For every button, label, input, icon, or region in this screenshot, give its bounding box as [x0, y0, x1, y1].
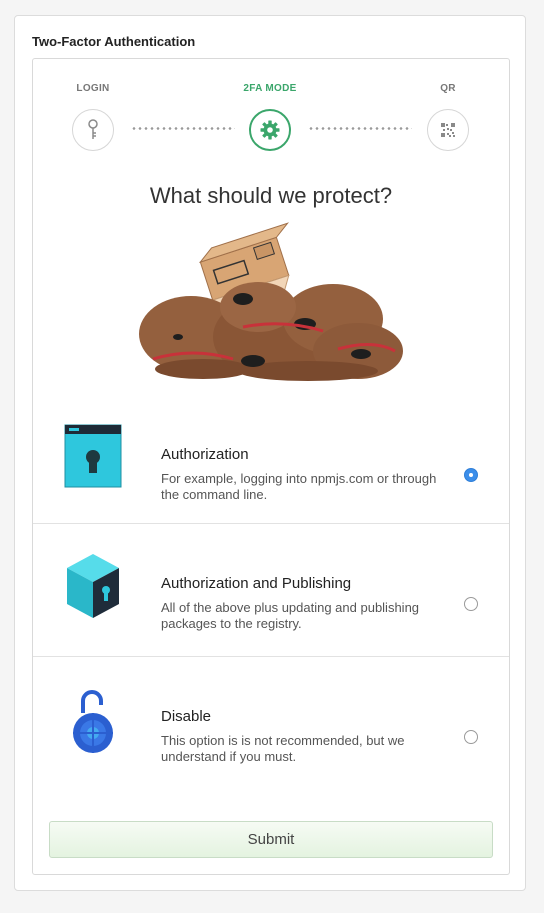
- option-authorization-radio[interactable]: [464, 468, 478, 482]
- option-disable[interactable]: Disable This option is is not recommende…: [33, 657, 509, 789]
- option-disable-description: This option is is not recommended, but w…: [161, 733, 405, 764]
- step-qr-label: QR: [440, 83, 456, 94]
- wombats-illustration: [139, 222, 403, 381]
- option-authorization-publishing-title: Authorization and Publishing: [161, 575, 352, 592]
- step-login-label: LOGIN: [76, 83, 110, 94]
- option-authorization-publishing-description: All of the above plus updating and publi…: [161, 600, 420, 631]
- two-factor-panel: Two-Factor Authentication LOGIN 2FA MODE: [14, 15, 526, 891]
- option-authorization-publishing[interactable]: Authorization and Publishing All of the …: [33, 524, 509, 656]
- gear-icon: [260, 120, 280, 140]
- option-authorization-title: Authorization: [161, 446, 249, 463]
- option-authorization[interactable]: Authorization For example, logging into …: [33, 395, 509, 527]
- option-authorization-description: For example, logging into npmjs.com or t…: [161, 471, 437, 502]
- submit-button[interactable]: Submit: [49, 821, 493, 858]
- open-padlock-icon: [73, 690, 113, 753]
- step-connector-2: [308, 127, 412, 130]
- step-2fa-mode: 2FA MODE: [240, 83, 300, 151]
- step-login: LOGIN: [63, 83, 123, 151]
- page-heading: What should we protect?: [149, 183, 393, 208]
- browser-lock-icon: [64, 424, 122, 488]
- panel-title: Two-Factor Authentication: [32, 34, 196, 49]
- step-connector-1: [131, 127, 235, 130]
- step-qr-circle: [427, 109, 469, 151]
- option-disable-title: Disable: [161, 708, 212, 725]
- step-qr: QR: [418, 83, 478, 151]
- step-2fa-mode-circle: [249, 109, 291, 151]
- option-disable-radio[interactable]: [464, 730, 478, 744]
- qr-code-icon: [441, 123, 455, 137]
- package-lock-icon: [67, 554, 119, 618]
- step-login-circle: [72, 109, 114, 151]
- two-factor-card: LOGIN 2FA MODE QR What should we protect…: [32, 58, 510, 875]
- key-icon: [88, 119, 98, 139]
- step-2fa-mode-label: 2FA MODE: [243, 83, 297, 94]
- option-authorization-publishing-radio[interactable]: [464, 597, 478, 611]
